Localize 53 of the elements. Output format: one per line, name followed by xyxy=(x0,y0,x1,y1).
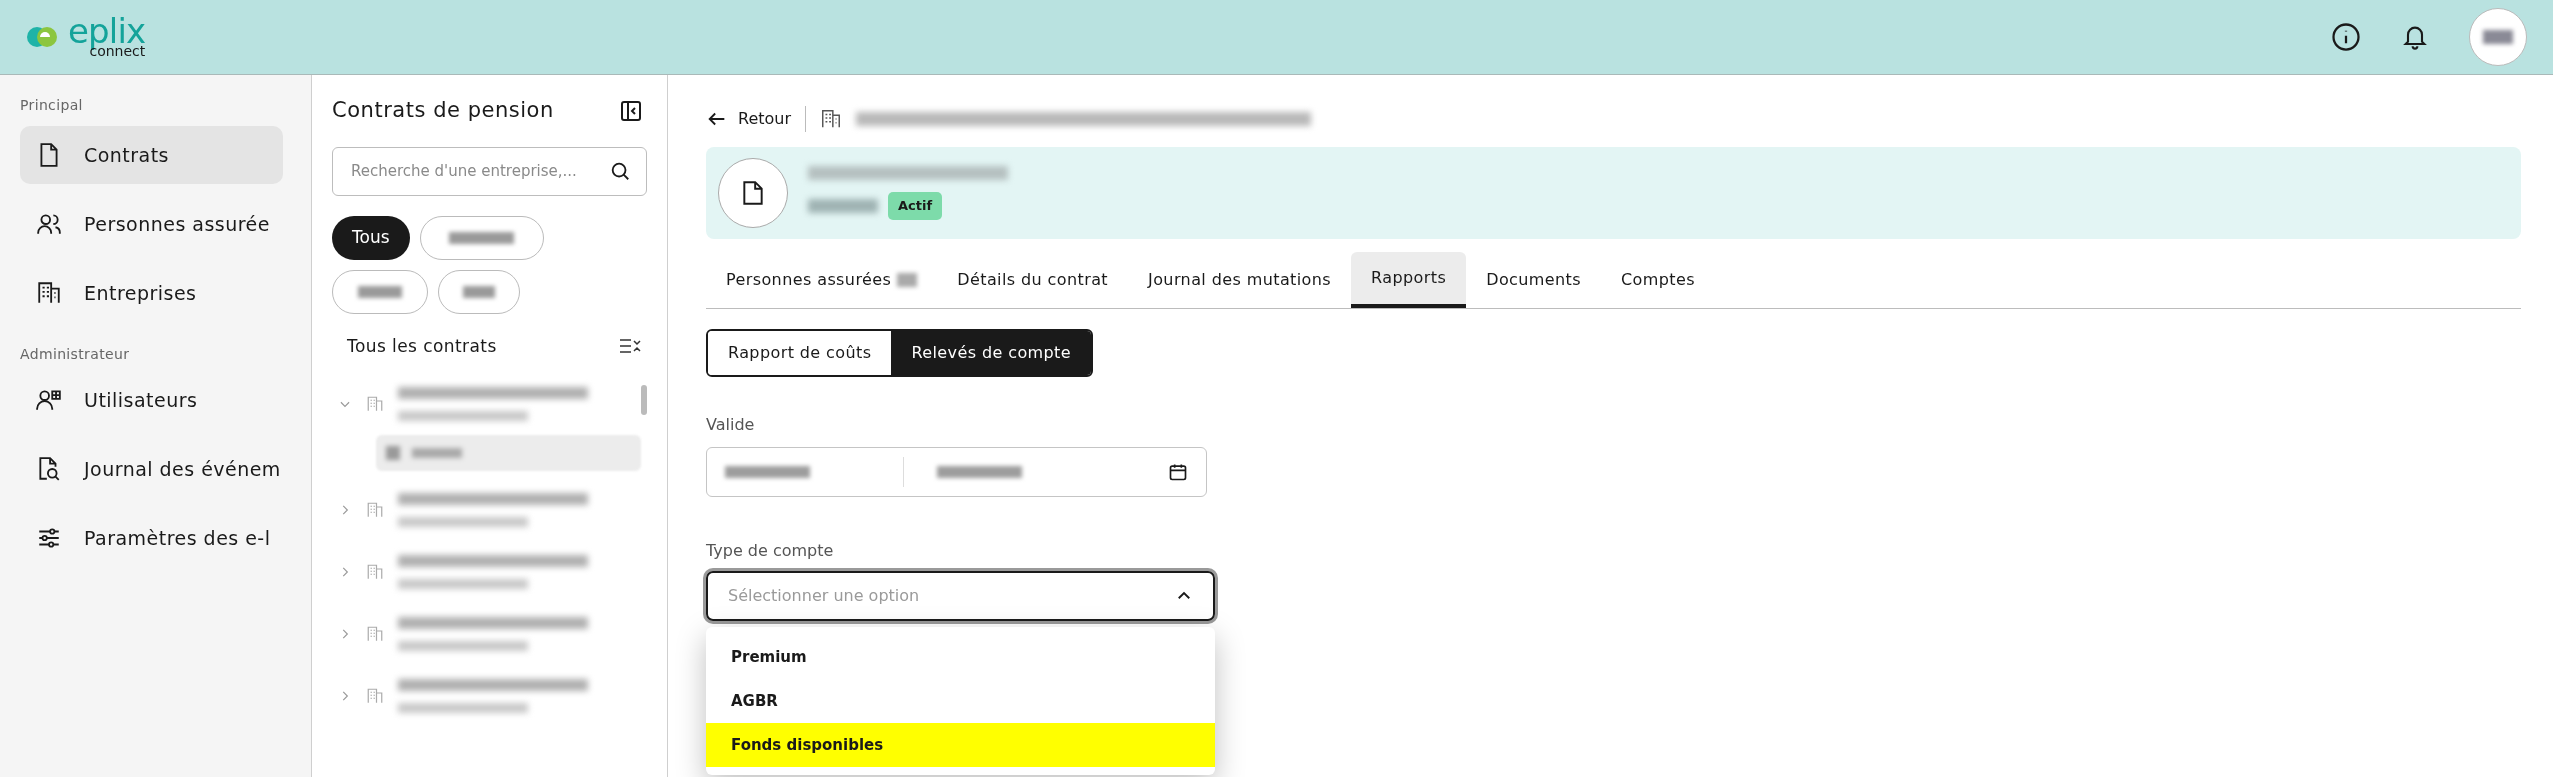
list-title: Tous les contrats xyxy=(347,334,497,358)
filter-chip[interactable] xyxy=(438,269,520,314)
dropdown-option[interactable]: Premium xyxy=(706,635,1215,679)
user-icon xyxy=(36,387,62,413)
field-label: Valide xyxy=(706,414,756,436)
status-badge: Actif xyxy=(888,192,943,220)
blurred-filter-label xyxy=(358,285,402,298)
blurred-filter-label xyxy=(448,231,515,244)
users-icon xyxy=(36,211,62,237)
field-label: Type de compte xyxy=(706,540,835,562)
nav-item[interactable]: Paramètres des e-l xyxy=(20,509,283,567)
blurred-contract-number xyxy=(808,199,878,213)
list-collapse-icon[interactable] xyxy=(619,337,641,356)
nav-item[interactable]: Journal des événem xyxy=(20,440,283,498)
panel-title: Contrats de pension xyxy=(332,97,554,124)
sliders-icon xyxy=(36,525,62,551)
tab[interactable]: Documents xyxy=(1466,252,1601,308)
blurred-filter-label xyxy=(463,285,495,298)
dropdown-option[interactable]: Fonds disponibles xyxy=(706,723,1215,767)
nav-item[interactable]: Contrats xyxy=(20,126,283,184)
search-field[interactable]: Recherche d'une entreprise,... xyxy=(332,146,647,196)
segment-button[interactable]: Relevés de compte xyxy=(891,331,1092,375)
back-link[interactable]: Retour xyxy=(706,107,792,131)
section-title: Principal xyxy=(20,96,84,115)
building-icon xyxy=(36,280,62,306)
scrollbar[interactable] xyxy=(641,385,647,415)
tab[interactable]: Comptes xyxy=(1601,252,1715,308)
filter-chip[interactable] xyxy=(419,215,544,260)
building-icon xyxy=(366,395,384,413)
nav-item[interactable]: Entreprises xyxy=(20,264,283,322)
filter-chip[interactable] xyxy=(332,269,428,314)
nav-item[interactable]: Personnes assurée xyxy=(20,195,283,253)
dropdown-option[interactable]: AGBR xyxy=(706,679,1215,723)
tab[interactable]: Personnes assurées xyxy=(706,252,938,308)
date-range-field[interactable] xyxy=(706,447,1207,497)
logo-icon xyxy=(26,25,58,49)
tree-child-item[interactable] xyxy=(376,435,641,471)
blurred-initials xyxy=(2483,30,2513,44)
section-title: Administrateur xyxy=(20,345,131,364)
building-icon xyxy=(366,625,384,643)
building-icon xyxy=(366,501,384,519)
tab[interactable]: Détails du contrat xyxy=(937,252,1129,308)
tab[interactable]: Journal des mutations xyxy=(1128,252,1352,308)
building-icon xyxy=(820,108,843,130)
collapse-panel-icon[interactable] xyxy=(619,98,643,123)
tab[interactable]: Rapports xyxy=(1351,252,1467,308)
building-icon xyxy=(366,563,384,581)
file-search-icon xyxy=(36,456,62,482)
calendar-icon xyxy=(1168,462,1188,482)
building-icon xyxy=(366,687,384,705)
nav-item[interactable]: Utilisateurs xyxy=(20,371,283,429)
info-icon[interactable] xyxy=(2331,22,2361,52)
filter-chip[interactable]: Tous xyxy=(332,215,410,260)
